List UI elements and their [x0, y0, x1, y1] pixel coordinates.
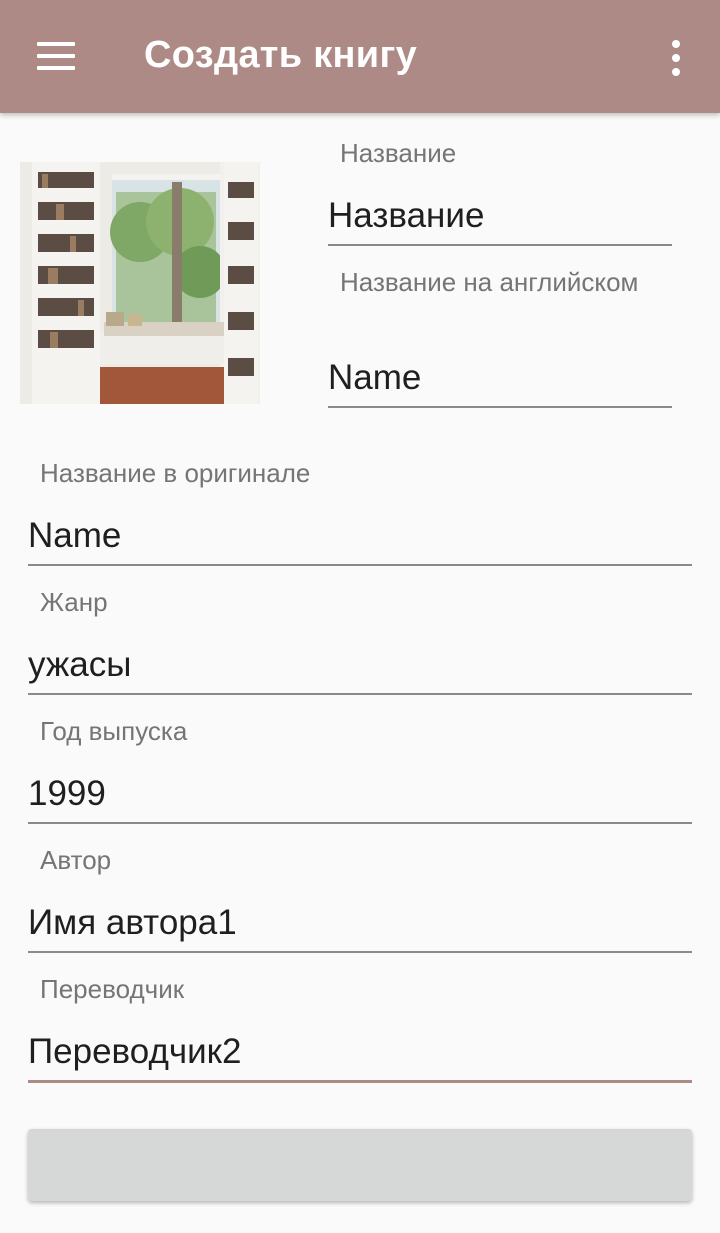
- author-input[interactable]: Имя автора1: [28, 887, 692, 953]
- hamburger-menu-icon[interactable]: [37, 42, 75, 70]
- year-label: Год выпуска: [40, 716, 188, 746]
- save-book-button[interactable]: [28, 1129, 692, 1201]
- year-input-value: 1999: [28, 774, 106, 813]
- app-bar: Создать книгу: [0, 0, 720, 113]
- genre-input-value: ужасы: [28, 645, 132, 684]
- genre-label: Жанр: [40, 587, 108, 617]
- english-title-input-value: Name: [328, 358, 422, 397]
- book-cover-image[interactable]: [20, 162, 260, 404]
- translator-input[interactable]: Переводчик2: [28, 1016, 692, 1083]
- english-title-input[interactable]: Name: [328, 342, 672, 408]
- translator-input-value: Переводчик2: [28, 1032, 242, 1071]
- genre-input[interactable]: ужасы: [28, 629, 692, 695]
- title-input-value: Название: [328, 196, 485, 235]
- title-label: Название: [340, 138, 457, 168]
- more-vert-icon[interactable]: [668, 40, 684, 76]
- original-title-input-value: Name: [28, 516, 122, 555]
- original-title-input[interactable]: Name: [28, 500, 692, 566]
- translator-label: Переводчик: [40, 974, 185, 1004]
- title-input[interactable]: Название: [328, 180, 672, 246]
- author-input-value: Имя автора1: [28, 903, 237, 942]
- author-label: Автор: [40, 845, 112, 875]
- page-title: Создать книгу: [144, 34, 418, 76]
- year-input[interactable]: 1999: [28, 758, 692, 824]
- original-title-label: Название в оригинале: [40, 458, 311, 488]
- english-title-label: Название на английском: [340, 267, 639, 297]
